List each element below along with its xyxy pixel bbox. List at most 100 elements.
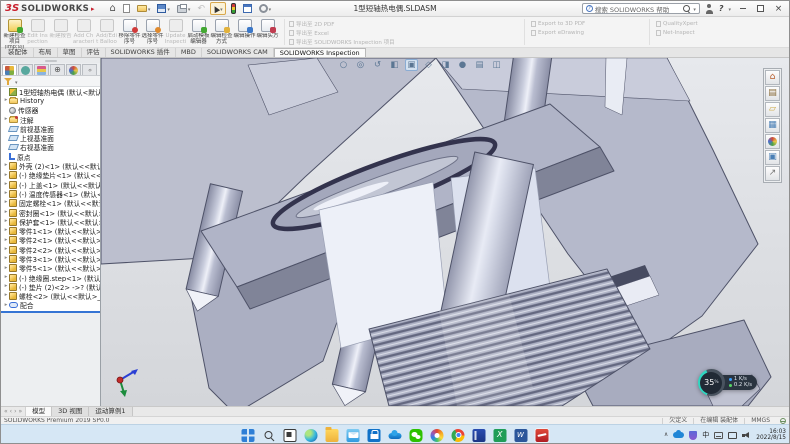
- tree-item[interactable]: ▸ 零件1<1> (默认<<默认>_显示状态: [1, 226, 100, 235]
- tree-item[interactable]: ▸ 配合: [1, 301, 100, 310]
- taskbar-app-button[interactable]: [346, 428, 361, 443]
- taskbar-app-button[interactable]: [493, 428, 508, 443]
- home-button[interactable]: [108, 2, 118, 15]
- document-tab[interactable]: 3D 视图: [52, 407, 89, 416]
- chevron-down-icon[interactable]: [220, 4, 223, 13]
- ribbon-button[interactable]: 编辑检查方式: [210, 18, 233, 50]
- tree-item[interactable]: ▸ (-) 垫片 (2)<2> ->? (默认<<默认>: [1, 282, 100, 291]
- status-unit-system[interactable]: MMGS: [744, 418, 776, 424]
- ribbon-button[interactable]: 新建报告: [49, 18, 72, 50]
- taskbar-clock[interactable]: 16:03 2022/8/15: [756, 429, 786, 441]
- tree-item[interactable]: ▸ 螺栓<2> (默认<<默认>_显示状态: [1, 292, 100, 301]
- tree-filter-bar[interactable]: [1, 76, 100, 87]
- view-orientation-icon[interactable]: ▣: [405, 59, 418, 71]
- tree-item[interactable]: ▸ 注解: [1, 115, 100, 124]
- file-properties-button[interactable]: [241, 2, 254, 15]
- help-icon[interactable]: [719, 4, 724, 13]
- taskbar-app-button[interactable]: [262, 428, 277, 443]
- select-tool-button[interactable]: [210, 2, 226, 15]
- view-palette-icon[interactable]: ▦: [765, 118, 780, 133]
- appearances-icon[interactable]: ●: [765, 134, 780, 149]
- ribbon-button[interactable]: 编辑实方: [256, 18, 279, 50]
- manager-tab[interactable]: [66, 64, 81, 75]
- zoom-fit-icon[interactable]: ○: [337, 59, 350, 71]
- taskbar-app-button[interactable]: [241, 428, 256, 443]
- tree-item[interactable]: ▸ 外壳 (2)<1> (默认<<默认>_显示状: [1, 161, 100, 170]
- previous-view-icon[interactable]: ↺: [371, 59, 384, 71]
- tree-item[interactable]: ▸ (-) 绝缘垫片<1> (默认<<默认>_显: [1, 171, 100, 180]
- tab-scroll-arrow-icon[interactable]: ›: [14, 409, 16, 415]
- options-button[interactable]: [257, 2, 274, 15]
- open-button[interactable]: [135, 2, 153, 15]
- resources-home-icon[interactable]: ⌂: [765, 70, 780, 85]
- ribbon-button[interactable]: 选择零件序号: [141, 18, 164, 50]
- hide-show-items-icon[interactable]: ◨: [439, 59, 452, 71]
- tree-item[interactable]: 上视基准面: [1, 133, 100, 142]
- cad-model-thermocouple-assembly[interactable]: [101, 58, 789, 406]
- close-button[interactable]: [772, 3, 785, 15]
- chevron-down-icon[interactable]: [148, 4, 151, 13]
- chevron-down-icon[interactable]: [188, 4, 191, 13]
- export-menu-item[interactable]: 导出至 Excel: [289, 29, 441, 37]
- manager-tab[interactable]: [18, 64, 33, 75]
- ribbon-tab[interactable]: SOLIDWORKS Inspection: [274, 48, 366, 57]
- taskbar-app-button[interactable]: [451, 428, 466, 443]
- tree-item[interactable]: ▸ History: [1, 96, 100, 105]
- export-menu-item[interactable]: Export eDrawing: [531, 29, 643, 37]
- new-document-button[interactable]: [121, 2, 132, 15]
- taskbar-app-button[interactable]: [430, 428, 445, 443]
- tree-item[interactable]: ▸ 密封圈<1> (默认<<默认>_显示状: [1, 208, 100, 217]
- taskbar-app-button[interactable]: [325, 428, 340, 443]
- ribbon-button[interactable]: 新建检查项目 (imp;词): [3, 18, 26, 50]
- ribbon-button[interactable]: 启动模板编辑器: [187, 18, 210, 50]
- manager-tab[interactable]: [82, 64, 97, 75]
- tree-item[interactable]: ▸ (-) 绝缘圈.step<1> (默认<<默认>: [1, 273, 100, 282]
- volume-icon[interactable]: [742, 431, 751, 439]
- view-settings-icon[interactable]: ◫: [490, 59, 503, 71]
- manager-tab[interactable]: [50, 64, 65, 75]
- taskbar-app-button[interactable]: [304, 428, 319, 443]
- solidworks-logo[interactable]: 3S SOLIDWORKS: [5, 4, 95, 14]
- tree-item[interactable]: ▸ 零件2<1> (默认<<默认>_显示状态: [1, 236, 100, 245]
- tree-item[interactable]: ▸ 零件5<1> (默认<<默认>_显示状态: [1, 264, 100, 273]
- tree-item[interactable]: ▸ 零件2<2> (默认<<默认>_显示状态: [1, 245, 100, 254]
- onedrive-tray-icon[interactable]: [673, 432, 684, 438]
- ime-keyboard-icon[interactable]: [714, 432, 723, 439]
- export-menu-item[interactable]: Net-Inspect: [656, 29, 738, 37]
- manager-tab[interactable]: [34, 64, 49, 75]
- login-user-icon[interactable]: [705, 4, 714, 14]
- performance-overlay[interactable]: 35 % 1 K/s 0.2 K/s: [698, 369, 757, 396]
- undo-button[interactable]: [195, 2, 207, 15]
- taskbar-app-button[interactable]: [283, 428, 298, 443]
- chevron-down-icon[interactable]: [167, 4, 170, 13]
- tab-scroll-arrow-icon[interactable]: «: [4, 409, 8, 415]
- export-menu-item[interactable]: QualityXpert: [656, 20, 738, 28]
- section-view-icon[interactable]: ◧: [388, 59, 401, 71]
- ribbon-button[interactable]: Edit Inspection Project: [26, 18, 49, 50]
- tree-item[interactable]: ▸ 零件3<1> (默认<<默认>_显示状态: [1, 254, 100, 263]
- tab-scroll-arrow-icon[interactable]: ‹: [10, 409, 12, 415]
- taskbar-app-button[interactable]: [367, 428, 382, 443]
- ribbon-button[interactable]: 编辑操作: [233, 18, 256, 50]
- tree-item[interactable]: 右视基准面: [1, 143, 100, 152]
- restore-button[interactable]: [754, 3, 767, 15]
- edit-appearance-icon[interactable]: ●: [456, 59, 469, 71]
- chevron-down-icon[interactable]: [269, 4, 272, 13]
- tree-item[interactable]: ▸ (-) 温度传感器<1> (默认<<默认>_: [1, 189, 100, 198]
- document-tab[interactable]: 模型: [26, 407, 52, 416]
- export-menu-item[interactable]: 导出至 2D PDF: [289, 20, 441, 28]
- export-menu-item[interactable]: Export to 3D PDF: [531, 20, 643, 28]
- pane-file-explorer-icon[interactable]: ▱: [765, 102, 780, 117]
- zoom-area-icon[interactable]: ◎: [354, 59, 367, 71]
- apply-scene-icon[interactable]: ▤: [473, 59, 486, 71]
- chevron-down-icon[interactable]: [728, 4, 731, 13]
- ribbon-button[interactable]: Update Inspection Project: [164, 18, 187, 50]
- search-icon[interactable]: [682, 4, 691, 13]
- ribbon-button[interactable]: Add/Edit Balloons: [95, 18, 118, 50]
- print-button[interactable]: [175, 2, 193, 15]
- custom-properties-icon[interactable]: ▣: [765, 150, 780, 165]
- design-library-icon[interactable]: ▤: [765, 86, 780, 101]
- tray-overflow-chevron-icon[interactable]: ∧: [664, 432, 668, 438]
- rebuild-button[interactable]: [229, 2, 238, 15]
- taskbar-app-button[interactable]: [472, 428, 487, 443]
